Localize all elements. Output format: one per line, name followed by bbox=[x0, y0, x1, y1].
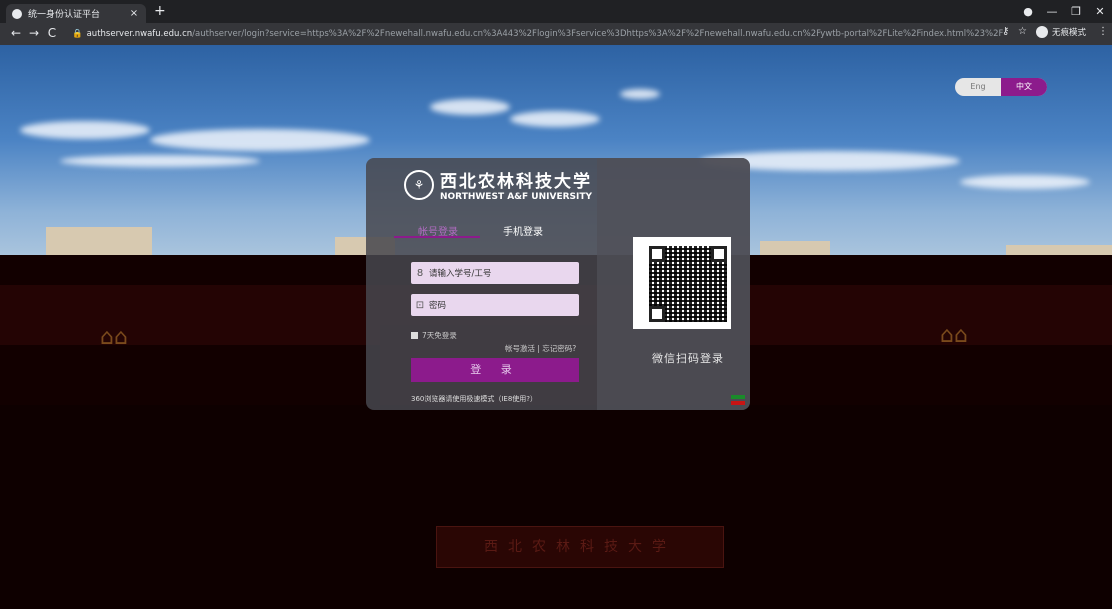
account-icon[interactable]: ● bbox=[1016, 0, 1040, 23]
university-name-cn: 西北农林科技大学 bbox=[440, 172, 592, 192]
page-content: ⌂⌂ ⌂⌂ 西北农林科技大学 Eng 中文 ⚘ 西北农林科技大学 NORTHWE… bbox=[0, 45, 1112, 609]
university-seal-icon: ⚘ bbox=[404, 169, 434, 200]
lang-english[interactable]: Eng bbox=[955, 78, 1001, 96]
back-arrow-icon[interactable]: ← bbox=[8, 26, 24, 40]
close-tab-icon[interactable]: × bbox=[128, 8, 140, 19]
reload-icon[interactable]: C bbox=[44, 26, 60, 40]
key-icon[interactable]: ⚷ bbox=[1002, 26, 1009, 37]
tab-title: 统一身份认证平台 bbox=[28, 10, 101, 20]
university-logo: ⚘ 西北农林科技大学 NORTHWEST A&F UNIVERSITY bbox=[404, 167, 592, 202]
browser-hint: 360浏览器请使用极速模式（IE8使用?） bbox=[411, 395, 538, 403]
window-controls: ● — ❐ ✕ bbox=[1016, 0, 1112, 23]
url-host: authserver.nwafu.edu.cn bbox=[86, 29, 193, 39]
incognito-profile[interactable]: 无痕模式 bbox=[1036, 26, 1086, 38]
login-button[interactable]: 登 录 bbox=[411, 358, 579, 382]
url-path: /authserver/login?service=https%3A%2F%2F… bbox=[192, 29, 1004, 39]
new-tab-button[interactable]: + bbox=[154, 3, 166, 19]
close-window-button[interactable]: ✕ bbox=[1088, 0, 1112, 23]
remember-me[interactable]: 7天免登录 bbox=[411, 330, 457, 341]
qr-label: 微信扫码登录 bbox=[652, 352, 724, 365]
menu-dots-icon[interactable]: ⋮ bbox=[1098, 26, 1108, 37]
remember-label: 7天免登录 bbox=[422, 331, 457, 340]
maximize-button[interactable]: ❐ bbox=[1064, 0, 1088, 23]
ground-plaque: 西北农林科技大学 bbox=[436, 526, 724, 568]
star-icon[interactable]: ☆ bbox=[1018, 26, 1027, 37]
forward-arrow-icon[interactable]: → bbox=[26, 26, 42, 40]
status-flags bbox=[731, 395, 745, 407]
password-placeholder: 密码 bbox=[429, 301, 447, 311]
active-tab-underline bbox=[394, 236, 480, 238]
address-bar[interactable]: 🔒 authserver.nwafu.edu.cn/authserver/logi… bbox=[66, 26, 1004, 42]
language-switch[interactable]: Eng 中文 bbox=[955, 78, 1047, 96]
account-links[interactable]: 帐号激活 | 忘记密码? bbox=[505, 343, 576, 354]
profile-label: 无痕模式 bbox=[1052, 28, 1087, 38]
password-field[interactable]: ⊡ 密码 bbox=[411, 294, 579, 316]
user-icon: 8 bbox=[416, 267, 424, 279]
browser-tab[interactable]: 统一身份认证平台 × bbox=[6, 4, 146, 23]
minimize-button[interactable]: — bbox=[1040, 0, 1064, 23]
browser-toolbar: ← → C 🔒 authserver.nwafu.edu.cn/authserve… bbox=[0, 23, 1112, 45]
incognito-icon bbox=[1036, 26, 1048, 38]
lock-icon: ⊡ bbox=[415, 299, 425, 311]
tab-phone-login[interactable]: 手机登录 bbox=[503, 223, 543, 238]
remember-checkbox[interactable] bbox=[411, 332, 418, 339]
browser-tabbar: 统一身份认证平台 × + ● — ❐ ✕ bbox=[0, 0, 1112, 23]
lock-icon: 🔒 bbox=[72, 29, 83, 39]
favicon-icon bbox=[12, 8, 22, 19]
username-field[interactable]: 8 请输入学号/工号 bbox=[411, 262, 579, 284]
username-placeholder: 请输入学号/工号 bbox=[429, 269, 492, 279]
university-name-en: NORTHWEST A&F UNIVERSITY bbox=[440, 192, 593, 202]
lang-chinese[interactable]: 中文 bbox=[1001, 78, 1047, 96]
